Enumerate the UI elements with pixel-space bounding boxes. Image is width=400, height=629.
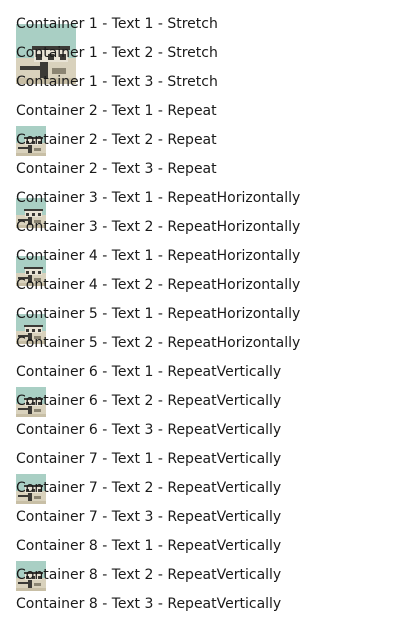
container-stack: Container 1 - Text 1 - Stretch Container…	[0, 0, 400, 629]
container-5-text-2: Container 5 - Text 2 - RepeatHorizontall…	[16, 335, 301, 351]
container-7-text-1: Container 7 - Text 1 - RepeatVertically	[16, 451, 282, 467]
container-6-text-3: Container 6 - Text 3 - RepeatVertically	[16, 422, 282, 438]
container-7-text-2: Container 7 - Text 2 - RepeatVertically	[16, 480, 282, 496]
container-1-text-2: Container 1 - Text 2 - Stretch	[16, 45, 218, 61]
container-2-text-2: Container 2 - Text 2 - Repeat	[16, 132, 217, 148]
container-1-text-3: Container 1 - Text 3 - Stretch	[16, 74, 218, 90]
container-6-text-1: Container 6 - Text 1 - RepeatVertically	[16, 364, 282, 380]
container-1-text-1: Container 1 - Text 1 - Stretch	[16, 16, 218, 32]
container-4-text-2: Container 4 - Text 2 - RepeatHorizontall…	[16, 277, 301, 293]
container-2-text-1: Container 2 - Text 1 - Repeat	[16, 103, 217, 119]
container-8-text-2: Container 8 - Text 2 - RepeatVertically	[16, 567, 282, 583]
container-6-text-2: Container 6 - Text 2 - RepeatVertically	[16, 393, 282, 409]
container-8-text-3: Container 8 - Text 3 - RepeatVertically	[16, 596, 282, 612]
container-7-text-3: Container 7 - Text 3 - RepeatVertically	[16, 509, 282, 525]
container-4-text-1: Container 4 - Text 1 - RepeatHorizontall…	[16, 248, 301, 264]
container-3-text-2: Container 3 - Text 2 - RepeatHorizontall…	[16, 219, 301, 235]
container-2-text-3: Container 2 - Text 3 - Repeat	[16, 161, 217, 177]
container-3-text-1: Container 3 - Text 1 - RepeatHorizontall…	[16, 190, 301, 206]
container-8-text-1: Container 8 - Text 1 - RepeatVertically	[16, 538, 282, 554]
container-5-text-1: Container 5 - Text 1 - RepeatHorizontall…	[16, 306, 301, 322]
